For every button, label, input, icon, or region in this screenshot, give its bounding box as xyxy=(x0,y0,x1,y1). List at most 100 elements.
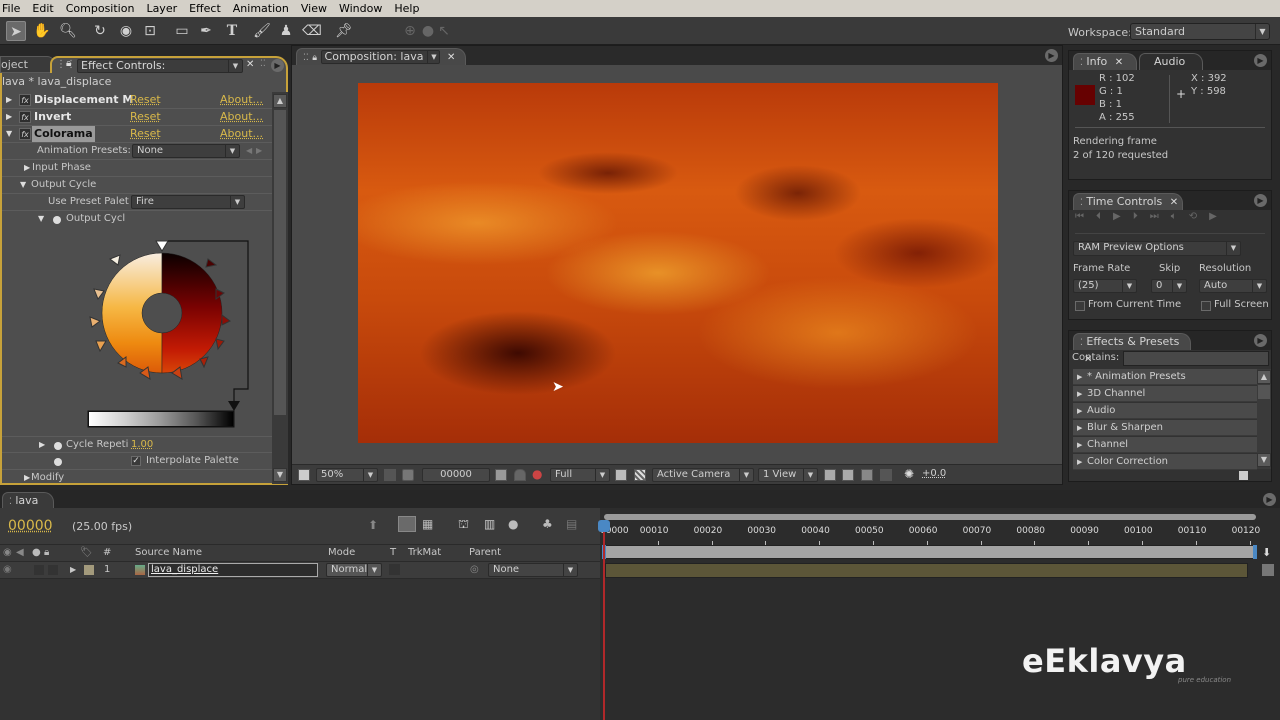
modify-row[interactable]: ▶ Modify xyxy=(2,470,272,487)
column-mode[interactable]: Mode xyxy=(328,545,355,561)
work-area-end-handle[interactable] xyxy=(1253,545,1257,559)
tab-time-controls[interactable]: ⁚ Time Controls ✕ xyxy=(1073,193,1183,210)
tab-project[interactable]: oject xyxy=(0,56,55,73)
show-snapshot-icon[interactable] xyxy=(514,469,526,481)
view-axis-icon[interactable]: ↖ xyxy=(434,21,454,41)
output-cycle-row[interactable]: ▼ Output Cycle xyxy=(2,177,272,194)
current-time-field[interactable]: 00000 xyxy=(422,468,490,482)
always-preview-icon[interactable] xyxy=(298,469,310,481)
timeline-icon[interactable] xyxy=(861,469,873,481)
expand-arrow-icon[interactable]: ▶ xyxy=(70,562,76,578)
about-link[interactable]: About... xyxy=(220,126,263,142)
timeline-zoom-icon[interactable] xyxy=(1262,564,1274,576)
close-icon[interactable]: ✕ xyxy=(246,59,254,70)
animation-presets-dropdown[interactable]: None ▼ xyxy=(132,144,240,158)
ram-preview-icon[interactable]: ▶ xyxy=(1209,211,1229,222)
flowchart-icon[interactable] xyxy=(880,469,892,481)
hand-tool-icon[interactable]: ✋ xyxy=(32,21,52,41)
about-link[interactable]: About... xyxy=(220,92,263,108)
layer-parent-dropdown[interactable]: None ▼ xyxy=(488,563,578,577)
stopwatch-icon[interactable] xyxy=(54,442,62,450)
effect-row-invert[interactable]: ▶ fx Invert Reset About... xyxy=(2,109,272,126)
reset-link[interactable]: Reset xyxy=(130,109,161,125)
panel-menu-icon[interactable]: ▶ xyxy=(1045,49,1058,62)
full-screen-checkbox[interactable] xyxy=(1201,301,1211,311)
close-icon[interactable]: ✕ xyxy=(1115,55,1125,70)
last-frame-icon[interactable]: ⏭ xyxy=(1150,211,1171,222)
pen-tool-icon[interactable]: ✒ xyxy=(196,21,216,41)
pickwhip-icon[interactable]: ◎ xyxy=(470,562,479,578)
menu-file[interactable]: File xyxy=(0,2,28,15)
zoom-tool-icon[interactable]: 🔍︎ xyxy=(58,21,78,41)
chevron-down-icon[interactable]: ▼ xyxy=(427,51,439,63)
rectangle-tool-icon[interactable]: ▭ xyxy=(172,21,192,41)
column-trkmat[interactable]: TrkMat xyxy=(408,545,441,561)
solo-toggle[interactable] xyxy=(34,565,44,575)
about-link[interactable]: About... xyxy=(220,109,263,125)
panel-menu-icon[interactable]: ▶ xyxy=(1254,194,1267,207)
frame-blending-icon[interactable]: ▥ xyxy=(484,517,495,531)
effects-category-item[interactable]: ▶ Channel xyxy=(1073,437,1257,453)
alpha-ramp-bar[interactable] xyxy=(88,411,234,427)
effects-category-item[interactable]: ▶ 3D Channel xyxy=(1073,386,1257,402)
label-color-swatch[interactable] xyxy=(84,565,94,575)
from-current-time-checkbox[interactable] xyxy=(1075,301,1085,311)
panel-menu-icon[interactable]: ▶ xyxy=(271,59,284,72)
expand-arrow-icon[interactable]: ▶ xyxy=(24,470,30,486)
lock-icon[interactable]: 🔒︎ xyxy=(66,58,71,69)
reset-link[interactable]: Reset xyxy=(130,92,161,108)
menu-edit[interactable]: Edit xyxy=(30,2,61,15)
puppet-pin-tool-icon[interactable]: 📌︎ xyxy=(334,21,354,41)
preserve-transparency-toggle[interactable] xyxy=(389,564,400,575)
resolution-dropdown[interactable]: Auto ▼ xyxy=(1199,279,1267,293)
graph-editor-icon[interactable]: ▤ xyxy=(566,517,577,531)
comp-marker-bin-icon[interactable]: ⬇ xyxy=(1262,546,1271,559)
comp-mini-flowchart-icon[interactable]: ⬆ xyxy=(368,518,378,532)
contains-search-input[interactable] xyxy=(1123,351,1269,366)
expand-arrow-icon[interactable]: ▶ xyxy=(6,109,12,125)
lock-toggle[interactable] xyxy=(48,565,58,575)
menu-window[interactable]: Window xyxy=(337,2,390,15)
effect-controls-scrollbar[interactable]: ▲ ▼ xyxy=(272,92,288,484)
hide-shy-layers-icon[interactable]: ⛫ xyxy=(458,517,469,533)
time-ruler[interactable]: 00000 00010 00020 00030 00040 00050 00060 00070… xyxy=(600,514,1260,546)
panel-menu-icon[interactable]: ▶ xyxy=(1254,334,1267,347)
menu-help[interactable]: Help xyxy=(392,2,427,15)
effect-row-colorama[interactable]: ▼ fx Colorama Reset About... xyxy=(2,126,272,143)
motion-blur-icon[interactable]: ● xyxy=(508,517,518,531)
collapse-arrow-icon[interactable]: ▼ xyxy=(20,177,26,193)
solo-icon[interactable]: ● xyxy=(32,545,41,561)
rotation-tool-icon[interactable]: ↻ xyxy=(90,21,110,41)
transparency-grid-icon[interactable] xyxy=(634,469,646,481)
scroll-down-icon[interactable]: ▼ xyxy=(273,468,287,482)
column-t[interactable]: T xyxy=(390,545,396,561)
scroll-up-icon[interactable]: ▲ xyxy=(273,94,287,108)
fx-icon[interactable]: fx xyxy=(19,94,31,106)
prev-frame-icon[interactable]: ⏴ xyxy=(1096,211,1113,222)
video-eye-icon[interactable]: ◉ xyxy=(3,562,12,578)
effects-category-item[interactable]: ▶ Blur & Sharpen xyxy=(1073,420,1257,436)
scroll-up-icon[interactable]: ▲ xyxy=(1257,370,1271,384)
resolution-dropdown[interactable]: Full ▼ xyxy=(550,468,610,482)
menu-layer[interactable]: Layer xyxy=(144,2,185,15)
view-layout-dropdown[interactable]: 1 View ▼ xyxy=(758,468,818,482)
fx-icon[interactable]: fx xyxy=(19,128,31,140)
stopwatch-icon[interactable] xyxy=(53,216,61,224)
expand-arrow-icon[interactable]: ▶ xyxy=(6,92,12,108)
pixel-aspect-icon[interactable] xyxy=(824,469,836,481)
output-cycl-row[interactable]: ▼ Output Cycl xyxy=(2,211,272,228)
type-tool-icon[interactable]: T xyxy=(222,21,242,41)
safe-zones-icon[interactable] xyxy=(384,469,396,481)
scroll-thumb[interactable] xyxy=(274,110,286,415)
exposure-icon[interactable]: ✺ xyxy=(904,467,914,481)
layer-row[interactable]: ◉ ▶ 1 lava_displace Normal ▼ ◎ None ▼ xyxy=(0,562,600,579)
clone-stamp-tool-icon[interactable]: ♟ xyxy=(276,21,296,41)
mask-visibility-icon[interactable] xyxy=(402,469,414,481)
pan-behind-tool-icon[interactable]: ⊡ xyxy=(140,21,160,41)
menu-view[interactable]: View xyxy=(299,2,335,15)
effects-category-item[interactable]: ▶ Color Correction xyxy=(1073,454,1257,470)
tab-info[interactable]: ⁚ Info ✕ xyxy=(1073,53,1137,70)
composition-viewer[interactable]: ➤ xyxy=(358,83,998,443)
stopwatch-icon[interactable] xyxy=(54,458,62,466)
audio-toggle-icon[interactable]: ◀ xyxy=(16,545,24,561)
